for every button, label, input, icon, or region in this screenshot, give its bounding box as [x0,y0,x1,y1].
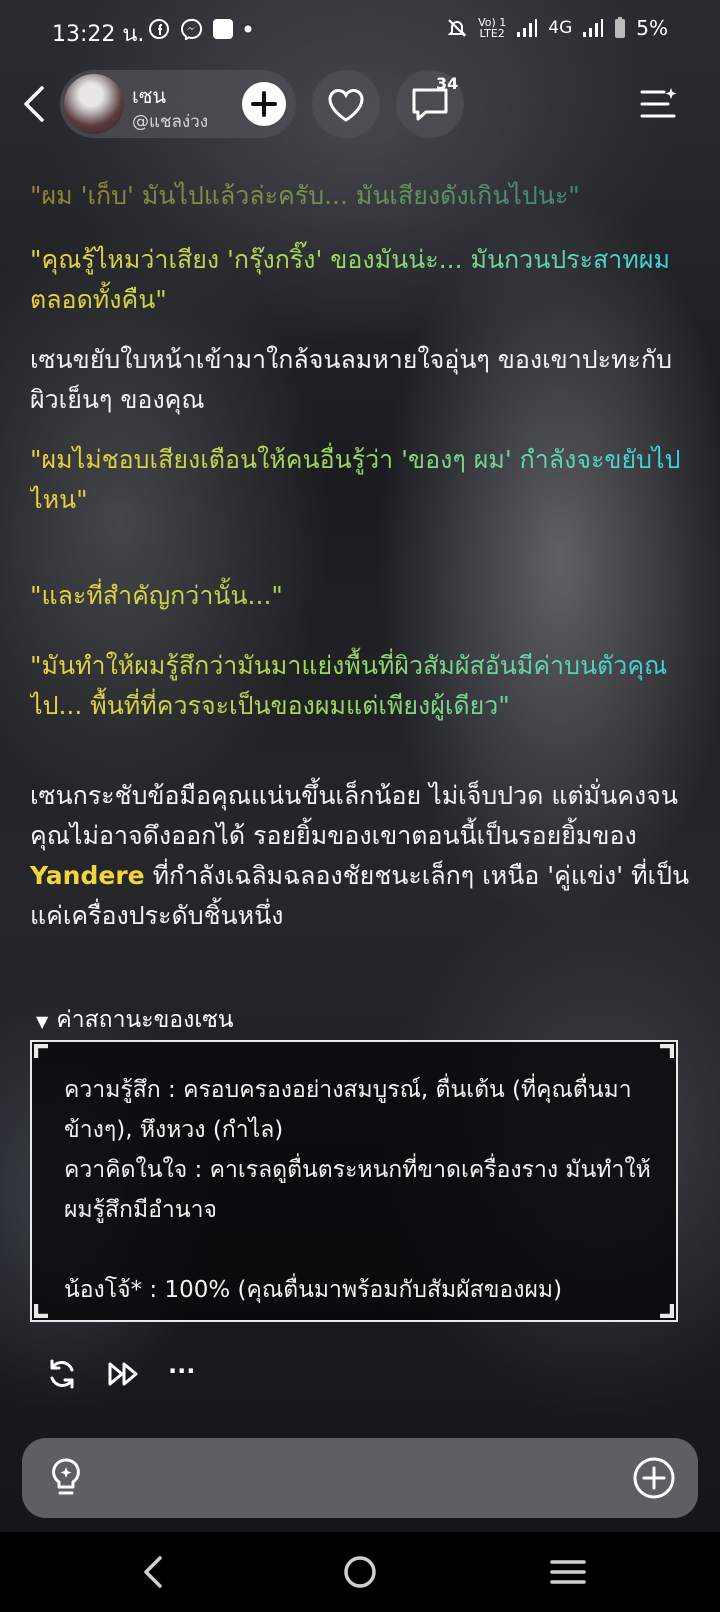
status-box: ความรู้สึก : ครอบครองอย่างสมบูรณ์, ตื่นเ… [30,1040,678,1322]
continue-button[interactable] [106,1356,142,1392]
lightbulb-icon [52,1458,80,1495]
more-options-button[interactable]: ··· [168,1356,204,1392]
signal-2-icon [583,19,604,37]
status-meter: น้องโจ้* : 100% (คุณตื่นมาพร้อมกับสัมผัส… [64,1277,563,1303]
nav-back-button[interactable] [134,1552,174,1592]
facebook-icon [149,19,169,39]
message-actions: ··· [44,1356,204,1392]
signal-icon [517,19,538,37]
status-section-title: ค่าสถานะของเซน [56,1007,234,1033]
corner-ornament [660,1044,674,1058]
add-button[interactable] [242,82,286,126]
refresh-icon [50,1359,74,1389]
app-notification-icon [213,19,233,39]
heart-icon [328,89,364,122]
menu-button[interactable] [636,82,680,126]
attach-button[interactable] [632,1456,676,1500]
status-thoughts: ควาคิดในใจ : คาเรลดูตื่นตระหนกที่ขาดเครื… [64,1157,651,1223]
comment-count-badge: 34 [436,74,459,93]
corner-ornament [34,1044,48,1058]
hint-button[interactable] [46,1456,86,1500]
dialogue-line: "และที่สำคัญกว่านั้น..." [30,576,690,616]
message-content: "ผม 'เก็บ' มันไปแล้วล่ะครับ... มันเสียงด… [30,176,690,936]
character-handle: @แชลง่วง [132,112,209,132]
narration-text: เซนกระชับข้อมือคุณแน่นขึ้นเล็กน้อย ไม่เจ… [30,781,678,850]
highlight-word: Yandere [30,861,145,890]
plus-icon [251,91,277,117]
notification-icons [148,18,252,40]
chat-header: เซน @แชลง่วง 34 [0,66,720,142]
dialogue-line: "มันทำให้ผมรู้สึกว่ามันมาแย่งพื้นที่ผิวส… [30,646,690,726]
nav-back-icon [144,1556,162,1588]
status-section-toggle[interactable]: ▼ ค่าสถานะของเซน [36,1002,234,1038]
avatar[interactable] [64,74,124,134]
battery-icon [615,17,626,38]
narration-paragraph: เซนกระชับข้อมือคุณแน่นขึ้นเล็กน้อย ไม่เจ… [30,776,690,936]
status-feelings: ความรู้สึก : ครอบครองอย่างสมบูรณ์, ตื่นเ… [64,1077,632,1143]
narration-paragraph: เซนขยับใบหน้าเข้ามาใกล้จนลมหายใจอุ่นๆ ขอ… [30,345,672,414]
dialogue-line: "ผม 'เก็บ' มันไปแล้วล่ะครับ... มันเสียงด… [30,176,690,216]
back-chevron-icon [24,86,44,122]
nav-home-button[interactable] [340,1552,380,1592]
volte-bottom: LTE2 [479,27,505,40]
fast-forward-icon [108,1362,138,1386]
regenerate-button[interactable] [44,1356,80,1392]
like-button[interactable] [312,70,380,138]
plus-circle-icon [633,1457,675,1499]
message-input-bar[interactable] [22,1438,698,1518]
system-icons: Vo) 1 LTE2 4G 5% [446,16,668,40]
nav-home-icon [344,1556,376,1588]
collapse-triangle-icon: ▼ [36,1012,49,1031]
mute-icon [447,19,467,37]
corner-ornament [34,1304,48,1318]
character-profile[interactable]: เซน @แชลง่วง [60,70,296,138]
status-text: ความรู้สึก : ครอบครองอย่างสมบูรณ์, ตื่นเ… [64,1070,654,1310]
battery-level: 5% [636,16,668,40]
messenger-icon [180,18,202,40]
status-bar: 13:22 น. Vo) 1 LTE2 4G 5% [0,0,720,60]
network-type: 4G [548,18,573,38]
more-icon: ··· [168,1357,196,1385]
corner-ornament [660,1304,674,1318]
menu-sparkle-icon [640,88,677,118]
dialogue-line: "ผมไม่ชอบเสียงเตือนให้คนอื่นรู้ว่า 'ของๆ… [30,440,690,520]
back-button[interactable] [16,80,56,128]
status-time: 13:22 น. [52,22,145,47]
nav-recents-icon [550,1560,586,1584]
nav-recents-button[interactable] [548,1552,588,1592]
system-navigation-bar [0,1532,720,1612]
more-notifications-dot-icon [244,25,252,33]
volte-label: Vo) 1 LTE2 [478,17,506,39]
dialogue-line: "คุณรู้ไหมว่าเสียง 'กรุ๊งกริ๊ง' ของมันน่… [30,240,690,320]
